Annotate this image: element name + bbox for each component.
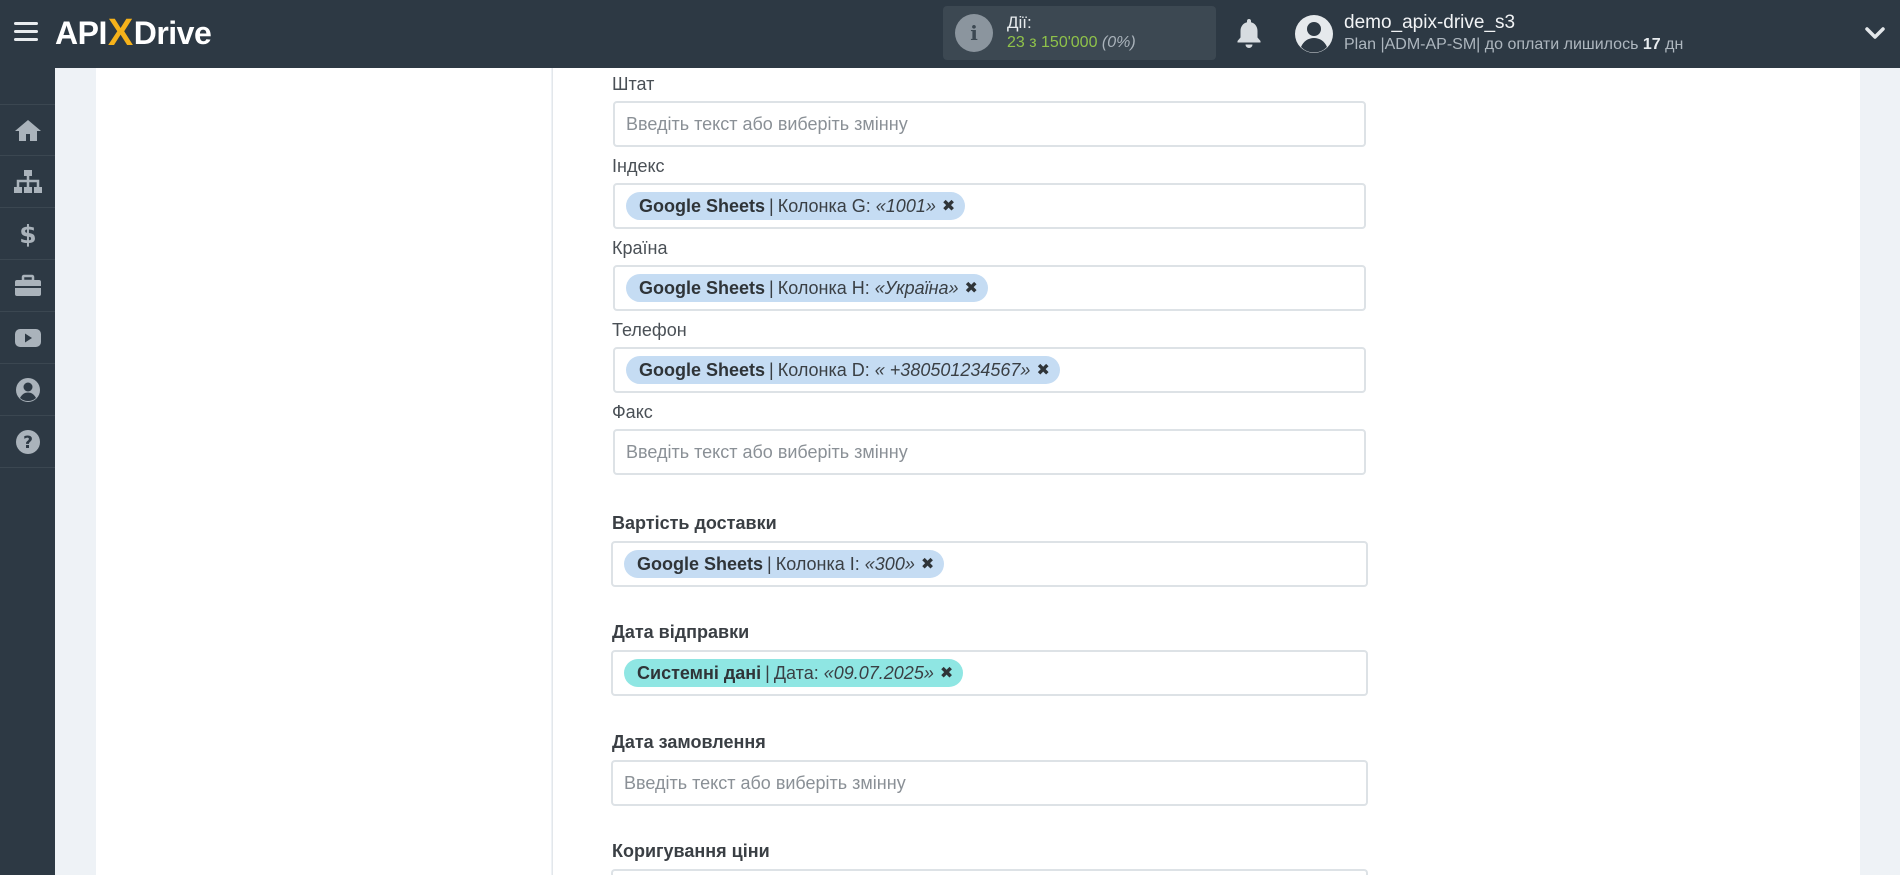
briefcase-icon — [14, 274, 41, 296]
variable-tag: Системні дані | Дата: «09.07.2025» ✖ — [624, 659, 964, 687]
field-label-index: Індекс — [612, 156, 665, 176]
youtube-icon — [14, 328, 41, 347]
sidebar-item-help[interactable]: ? — [0, 416, 55, 468]
order-date-placeholder: Введіть текст або виберіть змінну — [624, 772, 906, 793]
order-date-input[interactable]: Введіть текст або виберіть змінну — [611, 760, 1368, 806]
field-label-phone: Телефон — [612, 320, 687, 340]
sidebar-item-videos[interactable] — [0, 312, 55, 364]
avatar[interactable] — [1294, 14, 1334, 54]
field-label-order-date: Дата замовлення — [612, 732, 766, 752]
logo-drive: Drive — [133, 14, 212, 51]
field-label-fax: Факс — [612, 402, 653, 422]
sidebar-item-connections[interactable] — [0, 156, 55, 208]
bell-icon[interactable] — [1234, 17, 1264, 49]
remove-tag-icon[interactable]: ✖ — [921, 554, 934, 574]
remove-tag-icon[interactable]: ✖ — [940, 663, 953, 683]
user-info[interactable]: demo_apix-drive_s3 Plan |ADM-AP-SM| до о… — [1344, 12, 1683, 56]
field-label-state: Штат — [612, 74, 655, 94]
plan-days: 17 — [1642, 36, 1661, 53]
menu-icon[interactable] — [14, 22, 38, 42]
country-input[interactable]: Google Sheets | Колонка H: «Україна» ✖ — [613, 265, 1366, 311]
apix-drive-logo[interactable]: API X Drive — [55, 11, 212, 54]
dollar-icon: $ — [19, 220, 36, 248]
index-input[interactable]: Google Sheets | Колонка G: «1001» ✖ — [613, 183, 1366, 229]
remove-tag-icon[interactable]: ✖ — [1036, 360, 1049, 380]
user-circle-icon — [15, 377, 40, 402]
actions-count: 23 з 150'000 (0%) — [1007, 34, 1136, 51]
actions-counter[interactable]: i Дії: 23 з 150'000 (0%) — [943, 6, 1216, 60]
logo-api: API — [55, 14, 107, 51]
field-label-shipping-cost: Вартість доставки — [612, 513, 777, 533]
field-label-price-adjustment: Коригування ціни — [612, 841, 770, 861]
shipping-cost-input[interactable]: Google Sheets | Колонка I: «300» ✖ — [611, 541, 1368, 587]
home-icon — [14, 120, 41, 141]
svg-text:$: $ — [19, 220, 36, 248]
fax-placeholder: Введіть текст або виберіть змінну — [626, 441, 908, 462]
field-label-country: Країна — [612, 238, 668, 258]
sidebar-item-home[interactable] — [0, 104, 55, 156]
help-icon: ? — [15, 429, 40, 454]
variable-tag: Google Sheets | Колонка D: « +380501234567… — [626, 356, 1060, 384]
remove-tag-icon[interactable]: ✖ — [965, 278, 978, 298]
ship-date-input[interactable]: Системні дані | Дата: «09.07.2025» ✖ — [611, 650, 1368, 696]
variable-tag: Google Sheets | Колонка H: «Україна» ✖ — [626, 274, 988, 302]
variable-tag: Google Sheets | Колонка G: «1001» ✖ — [626, 192, 966, 220]
logo-x: X — [107, 11, 133, 54]
user-name: demo_apix-drive_s3 — [1344, 12, 1516, 33]
actions-label: Дії: — [1007, 13, 1032, 32]
svg-text:?: ? — [23, 433, 33, 453]
chevron-down-icon[interactable] — [1864, 22, 1886, 44]
variable-tag: Google Sheets | Колонка I: «300» ✖ — [624, 550, 945, 578]
price-adjustment-input[interactable] — [611, 869, 1368, 875]
state-input[interactable]: Введіть текст або виберіть змінну — [613, 101, 1366, 147]
sidebar: $ ? — [0, 68, 55, 875]
state-placeholder: Введіть текст або виберіть змінну — [626, 113, 908, 134]
actions-percent: (0%) — [1101, 34, 1136, 51]
sitemap-icon — [13, 169, 42, 193]
user-plan: Plan |ADM-AP-SM| до оплати лишилось 17 д… — [1344, 36, 1684, 53]
field-label-ship-date: Дата відправки — [612, 622, 750, 642]
sidebar-item-projects[interactable] — [0, 260, 55, 312]
sidebar-item-billing[interactable]: $ — [0, 208, 55, 260]
remove-tag-icon[interactable]: ✖ — [942, 196, 955, 216]
fax-input[interactable]: Введіть текст або виберіть змінну — [613, 429, 1366, 475]
sidebar-item-account[interactable] — [0, 364, 55, 416]
left-panel — [96, 68, 551, 875]
info-icon: i — [955, 14, 993, 52]
phone-input[interactable]: Google Sheets | Колонка D: « +380501234567… — [613, 347, 1366, 393]
top-bar: API X Drive i Дії: 23 з 150'000 (0%) demo_… — [0, 0, 1900, 68]
